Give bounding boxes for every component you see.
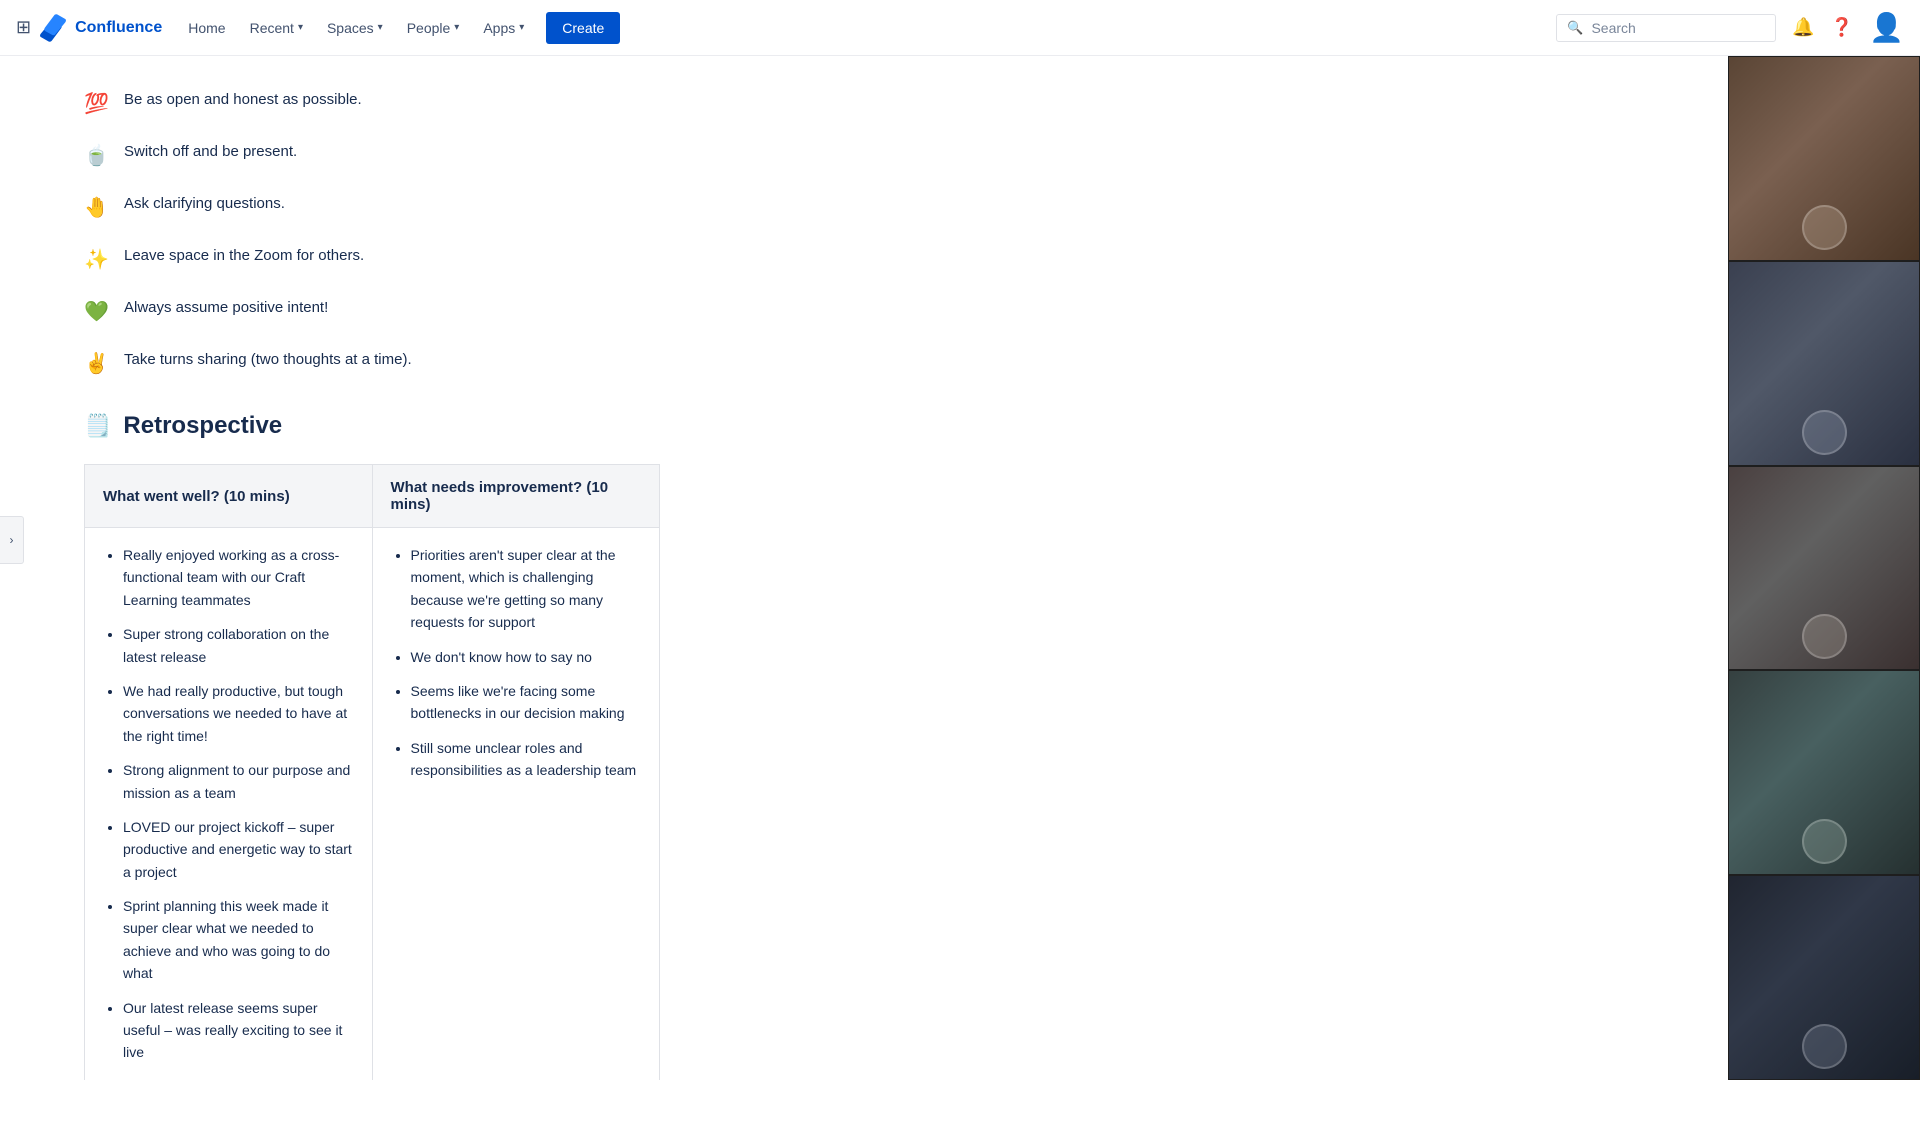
- nav-links: Home Recent ▾ Spaces ▾ People ▾ Apps ▾ C…: [178, 12, 620, 44]
- rule-text: Always assume positive intent!: [124, 296, 328, 320]
- video-tile-5: [1728, 875, 1920, 1080]
- list-item: LOVED our project kickoff – super produc…: [123, 816, 354, 883]
- rule-text: Take turns sharing (two thoughts at a ti…: [124, 348, 412, 372]
- chevron-right-icon: ›: [10, 533, 14, 547]
- search-box[interactable]: 🔍 Search: [1556, 14, 1776, 42]
- rule-item: ✨ Leave space in the Zoom for others.: [84, 244, 660, 276]
- recent-chevron-icon: ▾: [298, 22, 303, 33]
- rule-emoji: 🍵: [84, 140, 112, 172]
- create-button[interactable]: Create: [546, 12, 620, 44]
- retrospective-emoji: 🗒️: [84, 413, 111, 439]
- list-item: Super strong collaboration on the latest…: [123, 623, 354, 668]
- video-tile-2: [1728, 261, 1920, 466]
- rule-emoji: 🤚: [84, 192, 112, 224]
- video-tile-4: [1728, 670, 1920, 875]
- rule-emoji: ✌️: [84, 348, 112, 380]
- went-well-list: Really enjoyed working as a cross-functi…: [103, 544, 354, 1080]
- logo-text: Confluence: [75, 19, 162, 37]
- logo[interactable]: Confluence: [39, 14, 162, 42]
- rule-item: 💯 Be as open and honest as possible.: [84, 88, 660, 120]
- retrospective-heading: 🗒️ Retrospective: [84, 412, 660, 440]
- spaces-nav-link[interactable]: Spaces ▾: [317, 14, 393, 42]
- apps-chevron-icon: ▾: [519, 22, 524, 33]
- rule-item: ✌️ Take turns sharing (two thoughts at a…: [84, 348, 660, 380]
- list-item: Our latest release seems super useful – …: [123, 997, 354, 1064]
- rules-list: 💯 Be as open and honest as possible. 🍵 S…: [84, 88, 660, 380]
- list-item: Really appreciate everyone's respect tow…: [123, 1076, 354, 1080]
- recent-nav-link[interactable]: Recent ▾: [240, 14, 313, 42]
- home-nav-link[interactable]: Home: [178, 14, 235, 42]
- main-content: 💯 Be as open and honest as possible. 🍵 S…: [24, 56, 720, 1080]
- list-item: We had really productive, but tough conv…: [123, 680, 354, 747]
- needs-improvement-header: What needs improvement? (10 mins): [372, 465, 660, 528]
- rule-item: 💚 Always assume positive intent!: [84, 296, 660, 328]
- sidebar-toggle-button[interactable]: ›: [0, 516, 24, 564]
- nav-right-section: 🔍 Search 🔔 ❓ 👤: [1556, 11, 1904, 44]
- video-panel: [1728, 56, 1920, 1080]
- apps-nav-link[interactable]: Apps ▾: [473, 14, 534, 42]
- went-well-header: What went well? (10 mins): [85, 465, 373, 528]
- rule-item: 🍵 Switch off and be present.: [84, 140, 660, 172]
- rule-emoji: 💯: [84, 88, 112, 120]
- list-item: Seems like we're facing some bottlenecks…: [411, 680, 642, 725]
- notifications-icon[interactable]: 🔔: [1792, 17, 1814, 38]
- needs-improvement-list: Priorities aren't super clear at the mom…: [391, 544, 642, 782]
- people-chevron-icon: ▾: [454, 22, 459, 33]
- search-icon: 🔍: [1567, 20, 1583, 36]
- rule-emoji: 💚: [84, 296, 112, 328]
- list-item: Strong alignment to our purpose and miss…: [123, 759, 354, 804]
- rule-text: Leave space in the Zoom for others.: [124, 244, 364, 268]
- user-avatar[interactable]: 👤: [1869, 11, 1904, 44]
- list-item: Still some unclear roles and responsibil…: [411, 737, 642, 782]
- navigation-bar: ⊞ Confluence Home Recent ▾ Spaces ▾ Peop…: [0, 0, 1920, 56]
- video-tile-1: [1728, 56, 1920, 261]
- confluence-logo-icon: [39, 14, 67, 42]
- retrospective-title: Retrospective: [123, 412, 282, 440]
- people-nav-link[interactable]: People ▾: [397, 14, 470, 42]
- rule-text: Be as open and honest as possible.: [124, 88, 362, 112]
- spaces-chevron-icon: ▾: [378, 22, 383, 33]
- list-item: Really enjoyed working as a cross-functi…: [123, 544, 354, 611]
- grid-icon[interactable]: ⊞: [16, 17, 31, 38]
- rule-emoji: ✨: [84, 244, 112, 276]
- video-tile-3: [1728, 466, 1920, 671]
- rule-text: Switch off and be present.: [124, 140, 297, 164]
- search-placeholder: Search: [1591, 20, 1635, 36]
- rule-text: Ask clarifying questions.: [124, 192, 285, 216]
- help-icon[interactable]: ❓: [1831, 17, 1853, 38]
- rule-item: 🤚 Ask clarifying questions.: [84, 192, 660, 224]
- went-well-cell: Really enjoyed working as a cross-functi…: [85, 528, 373, 1081]
- list-item: Priorities aren't super clear at the mom…: [411, 544, 642, 634]
- list-item: Sprint planning this week made it super …: [123, 895, 354, 985]
- list-item: We don't know how to say no: [411, 646, 642, 668]
- retrospective-table: What went well? (10 mins) What needs imp…: [84, 464, 660, 1080]
- needs-improvement-cell: Priorities aren't super clear at the mom…: [372, 528, 660, 1081]
